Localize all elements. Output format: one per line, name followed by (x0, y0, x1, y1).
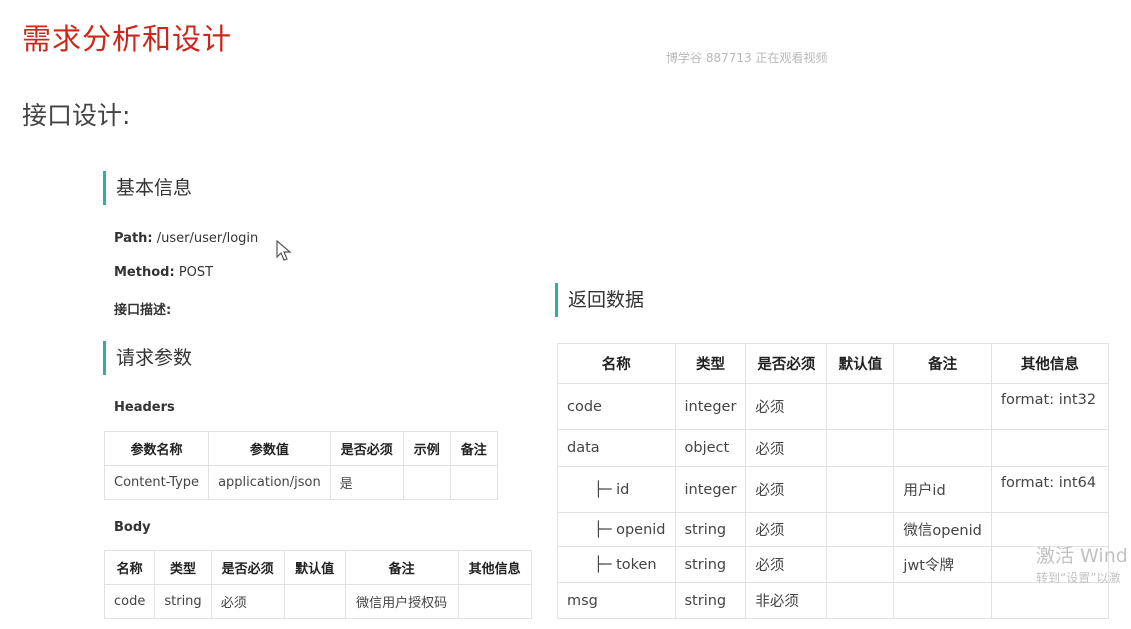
table-cell: ├─ token (557, 546, 676, 583)
headers-table: 参数名称 参数值 是否必须 示例 备注 Content-Type applica… (103, 431, 498, 500)
table-cell: 是 (329, 465, 404, 500)
col-header: 默认值 (283, 550, 346, 585)
col-header: 是否必须 (329, 431, 404, 466)
table-cell (826, 546, 895, 583)
table-cell (826, 429, 895, 467)
table-cell: 用户id (893, 466, 992, 513)
basic-info-heading: 基本信息 (103, 171, 192, 205)
col-header: 其他信息 (457, 550, 532, 585)
table-header-row: 参数名称 参数值 是否必须 示例 备注 (103, 431, 498, 466)
table-cell (826, 383, 895, 430)
table-cell (826, 582, 895, 619)
table-row: msg string 非必须 (557, 582, 1109, 619)
section-subtitle: 接口设计: (22, 101, 131, 130)
col-header: 名称 (557, 343, 676, 384)
table-cell (449, 465, 498, 500)
table-cell: format: int64 (990, 466, 1109, 513)
table-row: data object 必须 (557, 429, 1109, 467)
table-header-row: 名称 类型 是否必须 默认值 备注 其他信息 (103, 550, 532, 585)
page-title: 需求分析和设计 (22, 22, 233, 56)
table-cell: code (103, 584, 156, 619)
viewer-watermark: 博学谷 887713 正在观看视频 (666, 51, 828, 65)
table-cell: Content-Type (103, 465, 210, 500)
table-row: ├─ token string 必须 jwt令牌 (557, 546, 1109, 583)
table-cell: integer (674, 383, 747, 430)
table-cell (826, 466, 895, 513)
method-label: Method: (114, 265, 175, 280)
table-row: ├─ openid string 必须 微信openid (557, 512, 1109, 547)
table-cell: 必须 (745, 429, 828, 467)
response-table: 名称 类型 是否必须 默认值 备注 其他信息 code integer 必须 f… (557, 343, 1109, 619)
table-header-row: 名称 类型 是否必须 默认值 备注 其他信息 (557, 343, 1109, 384)
table-cell (893, 383, 992, 430)
table-cell: data (557, 429, 676, 467)
table-cell: 必须 (745, 466, 828, 513)
col-header: 备注 (344, 550, 459, 585)
col-header: 参数名称 (103, 431, 210, 466)
mouse-cursor-icon (276, 239, 292, 266)
path-label: Path: (114, 231, 153, 246)
table-cell (990, 429, 1109, 467)
table-row: code integer 必须 format: int32 (557, 383, 1109, 430)
response-heading: 返回数据 (555, 283, 644, 317)
table-cell: string (674, 582, 747, 619)
table-cell: 必须 (210, 584, 285, 619)
table-cell: jwt令牌 (893, 546, 992, 583)
table-cell: 必须 (745, 383, 828, 430)
table-cell: 必须 (745, 546, 828, 583)
table-cell (402, 465, 451, 500)
col-header: 备注 (449, 431, 498, 466)
table-cell: 非必须 (745, 582, 828, 619)
headers-label: Headers (114, 400, 175, 415)
col-header: 示例 (402, 431, 451, 466)
table-row: Content-Type application/json 是 (103, 465, 498, 500)
table-cell: ├─ id (557, 466, 676, 513)
col-header: 是否必须 (210, 550, 285, 585)
table-cell: string (154, 584, 212, 619)
table-cell: 微信用户授权码 (344, 584, 459, 619)
table-cell (826, 512, 895, 547)
col-header: 备注 (893, 343, 992, 384)
os-activation-watermark: 激活 Wind (1036, 545, 1128, 567)
path-value: /user/user/login (156, 231, 259, 246)
table-cell: string (674, 512, 747, 547)
table-cell: integer (674, 466, 747, 513)
table-cell (893, 582, 992, 619)
table-cell (990, 582, 1109, 619)
col-header: 默认值 (826, 343, 895, 384)
method-value: POST (178, 265, 214, 280)
table-cell: 必须 (745, 512, 828, 547)
col-header: 其他信息 (990, 343, 1109, 384)
col-header: 是否必须 (745, 343, 828, 384)
desc-row: 接口描述: (114, 299, 171, 318)
table-cell: application/json (208, 465, 331, 500)
table-cell (457, 584, 532, 619)
table-cell: 微信openid (893, 512, 992, 547)
table-cell (893, 429, 992, 467)
table-cell (283, 584, 346, 619)
table-row: ├─ id integer 必须 用户id format: int64 (557, 466, 1109, 513)
table-row: code string 必须 微信用户授权码 (103, 584, 532, 619)
os-activation-hint: 转到“设置”以激 (1036, 571, 1121, 585)
col-header: 参数值 (208, 431, 331, 466)
col-header: 类型 (154, 550, 212, 585)
table-cell: string (674, 546, 747, 583)
path-row: Path: /user/user/login (114, 231, 258, 246)
request-params-heading: 请求参数 (103, 341, 192, 375)
table-cell: object (674, 429, 747, 467)
desc-label: 接口描述: (114, 303, 172, 318)
method-row: Method: POST (114, 265, 213, 280)
table-cell: ├─ openid (557, 512, 676, 547)
table-cell: msg (557, 582, 676, 619)
table-cell: code (557, 383, 676, 430)
col-header: 名称 (103, 550, 156, 585)
body-label: Body (114, 520, 151, 535)
table-cell: format: int32 (990, 383, 1109, 430)
col-header: 类型 (674, 343, 747, 384)
body-table: 名称 类型 是否必须 默认值 备注 其他信息 code string 必须 微信… (103, 550, 532, 619)
